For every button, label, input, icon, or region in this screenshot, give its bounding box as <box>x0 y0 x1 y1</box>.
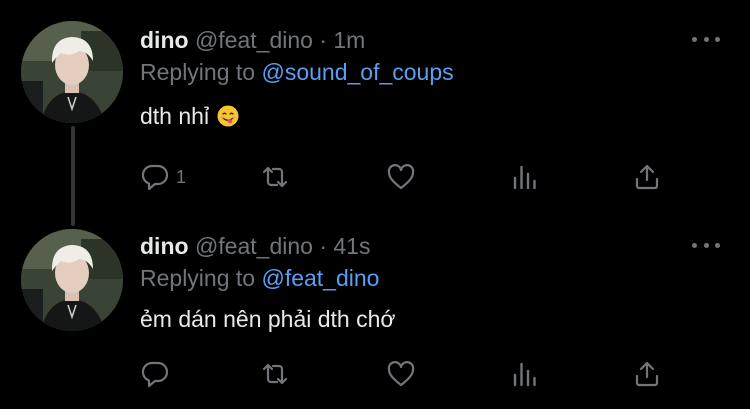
like-button[interactable] <box>386 160 416 194</box>
analytics-icon <box>513 362 536 387</box>
avatar[interactable] <box>21 21 123 123</box>
replying-to-mention[interactable]: @feat_dino <box>261 265 379 291</box>
heart-icon <box>387 361 415 387</box>
separator-dot: · <box>319 233 327 259</box>
share-button[interactable] <box>632 357 662 391</box>
display-name[interactable]: dino <box>140 233 189 259</box>
reply-button[interactable] <box>140 357 176 391</box>
more-dot <box>703 242 709 248</box>
replying-to-line: Replying to @sound_of_coups <box>140 58 454 86</box>
user-handle[interactable]: @feat_dino <box>195 233 313 259</box>
replying-to-line: Replying to @feat_dino <box>140 264 379 292</box>
replying-prefix: Replying to <box>140 265 256 291</box>
more-dot <box>692 242 697 248</box>
smiling-face-tongue-icon <box>217 105 239 127</box>
more-dot <box>715 36 720 42</box>
tweet-actions: 1 <box>140 160 680 194</box>
analytics-button[interactable] <box>510 160 540 194</box>
user-handle[interactable]: @feat_dino <box>195 27 313 53</box>
avatar[interactable] <box>21 229 123 331</box>
tweet-header: dino @feat_dino · 41s <box>140 232 370 260</box>
retweet-icon <box>262 166 288 188</box>
avatar-image <box>21 229 123 331</box>
retweet-button[interactable] <box>260 357 290 391</box>
tweet-text: dth nhỉ <box>140 102 239 130</box>
like-button[interactable] <box>386 357 416 391</box>
tweet-text-content: ẻm dán nên phải dth chớ <box>140 306 396 332</box>
share-icon <box>635 361 659 387</box>
analytics-button[interactable] <box>510 357 540 391</box>
share-button[interactable] <box>632 160 662 194</box>
more-dot <box>692 36 697 42</box>
more-dot <box>703 36 709 42</box>
reply-icon <box>141 164 169 191</box>
replying-prefix: Replying to <box>140 59 256 85</box>
timestamp[interactable]: 1m <box>333 27 365 53</box>
share-icon <box>635 164 659 190</box>
more-options-button[interactable] <box>692 32 720 46</box>
reply-count: 1 <box>176 166 187 187</box>
tweet-header: dino @feat_dino · 1m <box>140 26 365 54</box>
display-name[interactable]: dino <box>140 27 189 53</box>
tweet[interactable]: dino @feat_dino · 1m Replying to @sound_… <box>0 0 750 226</box>
retweet-icon <box>262 363 288 385</box>
avatar-image <box>21 21 123 123</box>
replying-to-mention[interactable]: @sound_of_coups <box>261 59 453 85</box>
tweet[interactable]: dino @feat_dino · 41s Replying to @feat_… <box>0 206 750 409</box>
tweet-actions <box>140 357 680 391</box>
reply-button[interactable]: 1 <box>140 160 186 194</box>
tweet-text: ẻm dán nên phải dth chớ <box>140 305 395 333</box>
reply-icon <box>141 361 169 388</box>
timestamp[interactable]: 41s <box>333 233 370 259</box>
more-options-button[interactable] <box>692 238 720 252</box>
more-dot <box>715 242 720 248</box>
separator-dot: · <box>319 27 327 53</box>
heart-icon <box>387 164 415 190</box>
analytics-icon <box>513 165 536 190</box>
tweet-text-content: dth nhỉ <box>140 103 210 129</box>
retweet-button[interactable] <box>260 160 290 194</box>
